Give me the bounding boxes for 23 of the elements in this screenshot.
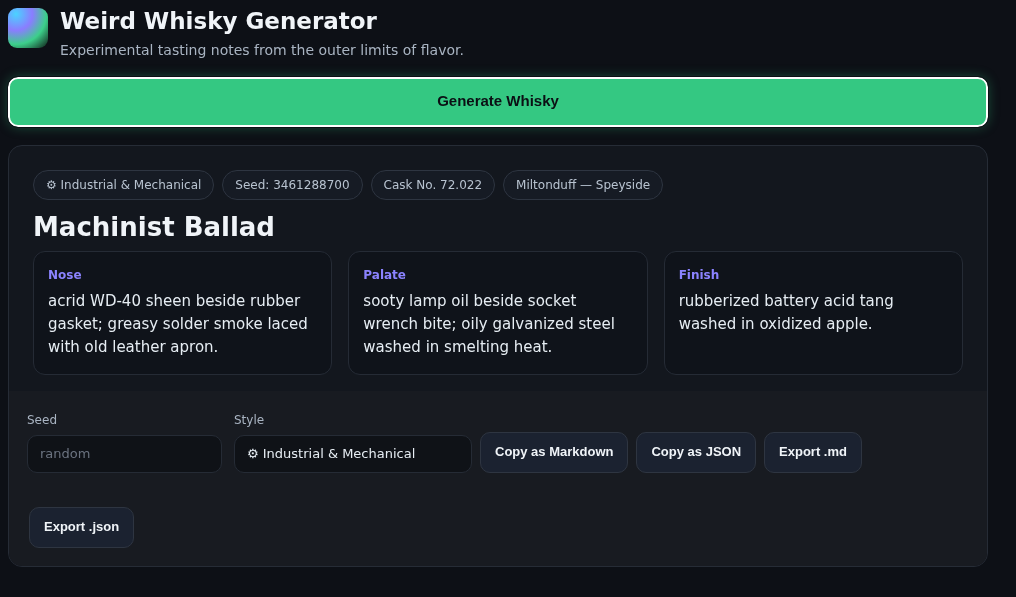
note-text: acrid WD-40 sheen beside rubber gasket; greasy solder smoke laced with old leather apron. [48, 290, 309, 359]
action-button[interactable]: Copy as Markdown [480, 431, 629, 473]
tag-chip: ⚙ Industrial & Mechanical [33, 169, 215, 200]
tag-chip: Miltonduff — Speyside [503, 169, 664, 200]
seed-label: Seed [27, 411, 58, 429]
tag-chip: Seed: 3461288700 [222, 169, 363, 200]
note-label: Palate [363, 266, 407, 284]
app-subtitle: Experimental tasting notes from the outer limits of flavor. [60, 40, 464, 60]
tag-chip: Cask No. 72.022 [370, 169, 496, 200]
action-button[interactable]: Export .json [29, 506, 135, 548]
action-button[interactable]: Copy as JSON [636, 431, 757, 473]
generate-button[interactable]: Generate Whisky [8, 76, 988, 127]
whisky-name: Machinist Ballad [33, 210, 276, 244]
app-title: Weird Whisky Generator [60, 8, 378, 36]
note-label: Nose [48, 266, 83, 284]
note-text: sooty lamp oil beside socket wrench bite; oily galvanized steel washed in smelting heat. [363, 290, 616, 359]
style-label: Style [234, 411, 266, 429]
note-text: rubberized battery acid tang washed in oxidized apple. [678, 290, 895, 335]
app-logo [8, 8, 48, 48]
note-label: Finish [678, 266, 721, 284]
seed-input[interactable]: random [27, 434, 222, 473]
action-button[interactable]: Export .md [764, 431, 862, 473]
style-select[interactable]: ⚙ Industrial & Mechanical [234, 434, 472, 473]
